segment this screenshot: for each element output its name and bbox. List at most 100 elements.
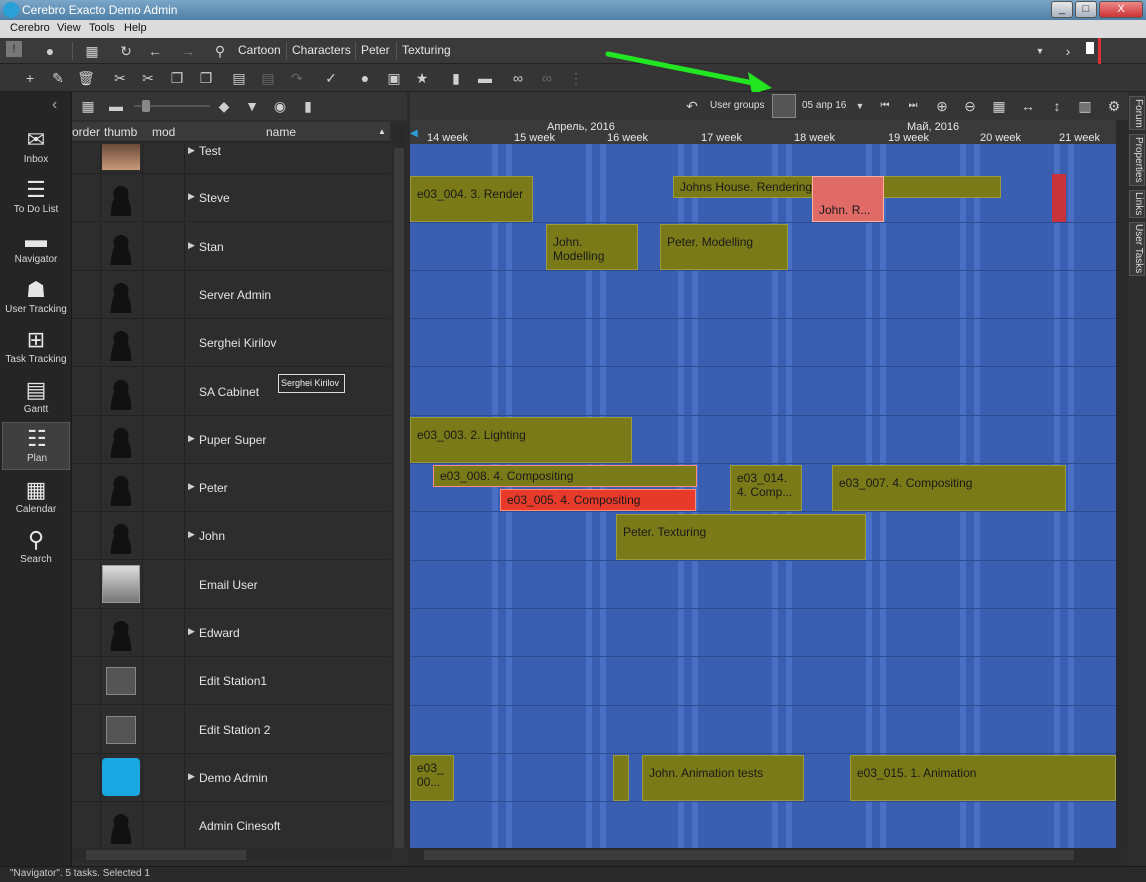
undo-icon[interactable]: ↶ [682,96,702,116]
first-page-icon[interactable]: ⏮ [875,96,895,116]
task-bar[interactable]: e03_003. 2. Lighting [410,417,632,463]
timeline-vertical-scrollbar[interactable] [1116,122,1128,848]
task-bar[interactable]: John. Modelling [546,224,638,270]
copy-special-icon[interactable]: ❐ [196,68,216,88]
date-dropdown-icon[interactable]: ▼ [850,96,870,116]
task-bar[interactable]: e03_004. 3. Render [410,176,533,222]
alert-icon[interactable]: ! [6,41,22,57]
scrollbar-thumb[interactable] [86,850,246,860]
sidebar-item-navigator[interactable]: ▬ Navigator [2,224,70,272]
scrollbar-thumb[interactable] [394,148,404,848]
breadcrumb-item[interactable]: Texturing [402,43,451,57]
task-bar[interactable]: e03_015. 1. Animation [850,755,1116,801]
cut-icon[interactable]: ✂ [110,68,130,88]
grid-view-icon[interactable]: ▦ [78,96,98,116]
list-item[interactable]: ▶ John [72,512,390,561]
fit-height-icon[interactable]: ↕ [1047,96,1067,116]
redo-icon[interactable]: ↷ [287,68,307,88]
task-bar[interactable]: e03_ 00... [410,755,454,801]
list-item[interactable]: Server Admin [72,270,390,319]
columns-icon[interactable]: ▥ [1075,96,1095,116]
expand-arrow-icon[interactable]: ▶ [188,771,195,782]
plan-timeline[interactable]: e03_004. 3. Render Johns House. Renderin… [410,144,1116,848]
minimize-button[interactable]: _ [1051,1,1073,18]
paste-special-icon[interactable]: ▤ [258,68,278,88]
zoom-in-icon[interactable]: ⊕ [932,96,952,116]
calendar-grid-icon[interactable] [772,94,796,118]
thumbnail-view-icon[interactable]: ▬ [106,96,126,116]
tab-properties[interactable]: Properties [1129,134,1145,186]
task-bar[interactable]: e03_005. 4. Compositing [500,489,696,511]
settings-gear-icon[interactable]: ⚙ [1104,96,1124,116]
link-icon[interactable]: ∞ [508,68,528,88]
menu-view[interactable]: View [57,22,81,34]
expand-arrow-icon[interactable]: ▶ [188,145,195,156]
list-scrollbar[interactable] [392,122,406,848]
list-item[interactable]: Admin Cinesoft [72,802,390,851]
lightbulb-icon[interactable]: ● [40,41,60,61]
scrollbar-thumb[interactable] [424,850,1074,860]
list-item[interactable]: ▶ Test [72,142,390,190]
search-icon[interactable]: ⚲ [210,41,230,61]
column-mod[interactable]: mod [152,125,175,139]
list-item[interactable]: ▶ Stan [72,222,390,271]
chevron-right-icon[interactable]: › [1058,41,1078,61]
task-bar[interactable]: Peter. Modelling [660,224,788,270]
menu-help[interactable]: Help [124,22,147,34]
breadcrumb-item[interactable]: Peter [361,43,390,57]
list-item[interactable]: ▶ Edward [72,609,390,657]
last-page-icon[interactable]: ⏭ [903,96,923,116]
menu-tools[interactable]: Tools [89,22,115,34]
list-item[interactable]: ▶ Steve [72,174,390,223]
expand-arrow-icon[interactable]: ▶ [188,626,195,637]
back-icon[interactable]: ← [145,41,165,61]
paste-icon[interactable]: ▤ [229,68,249,88]
sidebar-item-search[interactable]: ⚲ Search [2,524,70,572]
refresh-icon[interactable]: ↻ [116,41,136,61]
task-marker[interactable] [1052,174,1066,222]
delete-icon[interactable]: 🗑 [76,68,96,88]
user-groups-button[interactable]: User groups [710,100,764,111]
sidebar-item-gantt[interactable]: ▤ Gantt [2,374,70,422]
note-icon[interactable]: ▮ [446,68,466,88]
list-horizontal-scrollbar[interactable] [72,848,392,862]
add-icon[interactable]: + [20,68,40,88]
list-item[interactable]: Edit Station 2 [72,705,390,754]
column-order[interactable]: order [72,125,100,139]
tab-forum[interactable]: Forum [1129,96,1145,130]
expand-arrow-icon[interactable]: ▶ [188,529,195,540]
fit-width-icon[interactable]: ↔ [1018,96,1038,116]
forward-icon[interactable]: → [178,41,198,61]
sidebar-item-plan[interactable]: ☷ Plan [2,422,70,470]
sidebar-item-user-tracking[interactable]: ☗ User Tracking [2,274,70,322]
calendar-icon[interactable]: ▦ [989,96,1009,116]
export-icon[interactable]: ▮ [298,96,318,116]
check-icon[interactable]: ✓ [321,68,341,88]
copy-icon[interactable]: ❐ [167,68,187,88]
expand-arrow-icon[interactable]: ▶ [188,433,195,444]
close-button[interactable]: X [1099,1,1143,18]
column-thumb[interactable]: thumb [104,125,137,139]
list-item[interactable]: Serghei Kirilov [72,319,390,368]
filter-icon[interactable]: ▼ [242,96,262,116]
column-name[interactable]: name [266,125,296,139]
expand-arrow-icon[interactable]: ▶ [188,240,195,251]
eye-icon[interactable]: ◉ [270,96,290,116]
expand-arrow-icon[interactable]: ▶ [188,191,195,202]
sidebar-item-task-tracking[interactable]: ⊞ Task Tracking [2,324,70,372]
layout-icon[interactable]: ▦ [82,41,102,61]
scroll-left-marker-icon[interactable]: ◀ [410,128,418,139]
task-bar[interactable]: e03_007. 4. Compositing [832,465,1066,511]
maximize-button[interactable]: □ [1075,1,1097,18]
task-bar[interactable]: e03_014. 4. Comp... [730,465,802,511]
idea-icon[interactable]: ● [355,68,375,88]
cut-special-icon[interactable]: ✂ [138,68,158,88]
list-item[interactable]: ▶ Demo Admin [72,753,390,802]
sidebar-item-inbox[interactable]: ✉ Inbox [2,124,70,172]
more-icon[interactable]: ⋮ [566,68,586,88]
list-item[interactable]: Email User [72,560,390,609]
task-bar[interactable]: e03_008. 4. Compositing [433,465,697,487]
edit-icon[interactable]: ✎ [48,68,68,88]
menu-cerebro[interactable]: Cerebro [10,22,50,34]
slider-handle[interactable] [142,100,150,112]
